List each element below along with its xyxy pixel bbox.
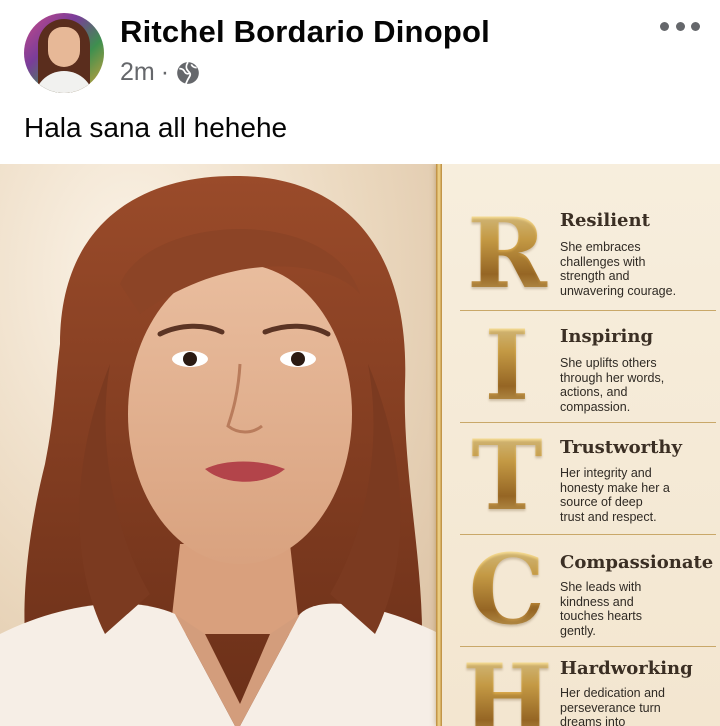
avatar[interactable] xyxy=(24,13,104,93)
trait-line: source of deep xyxy=(560,495,643,510)
trait-line: actions, and xyxy=(560,385,628,400)
trait-line: through her words, xyxy=(560,370,665,385)
post-image[interactable]: R Resilient She embraces challenges with… xyxy=(0,164,720,726)
trait-title: Hardworking xyxy=(560,658,693,679)
post-caption: Hala sana all hehehe xyxy=(24,112,288,143)
meta-separator: · xyxy=(160,58,170,86)
trait-title: Resilient xyxy=(560,210,650,231)
trait-description: Her dedication and perseverance turn dre… xyxy=(560,686,710,726)
portrait-illustration xyxy=(0,175,440,726)
acrostic-letter: T xyxy=(462,426,552,526)
trait-line: challenges with xyxy=(560,254,646,269)
trait-line: Her dedication and xyxy=(560,686,665,700)
trait-line: compassion. xyxy=(560,399,631,414)
trait-line: touches hearts xyxy=(560,609,642,624)
author-name[interactable]: Ritchel Bordario Dinopol xyxy=(120,14,490,50)
trait-title: Compassionate xyxy=(560,552,714,573)
trait-line: dreams into xyxy=(560,715,626,726)
more-dot xyxy=(691,21,700,31)
acrostic-letter: C xyxy=(462,540,552,640)
trait-line: She uplifts others xyxy=(560,356,657,370)
trait-line: trust and respect. xyxy=(560,509,657,524)
trait-description: Her integrity and honesty make her a sou… xyxy=(560,466,710,524)
trait-line: She leads with xyxy=(560,580,642,594)
trait-line: She embraces xyxy=(560,240,641,254)
trait-line: unwavering courage. xyxy=(560,283,677,298)
post-time[interactable]: 2m xyxy=(120,58,155,87)
trait-line: gently. xyxy=(560,623,596,638)
trait-title: Trustworthy xyxy=(560,437,682,458)
more-dot xyxy=(660,21,669,31)
ritch-acrostic-panel: R Resilient She embraces challenges with… xyxy=(442,164,720,726)
trait-line: Her integrity and xyxy=(560,466,652,480)
post-meta: 2m · xyxy=(120,58,201,87)
trait-line: honesty make her a xyxy=(560,480,670,495)
post-header: Ritchel Bordario Dinopol 2m · Hala sana … xyxy=(0,0,720,160)
trait-line: kindness and xyxy=(560,594,634,609)
globe-icon[interactable] xyxy=(175,60,201,86)
avatar-face xyxy=(48,27,80,67)
acrostic-letter: H xyxy=(462,650,553,726)
trait-description: She uplifts others through her words, ac… xyxy=(560,356,710,414)
more-dot xyxy=(675,21,685,31)
more-horizontal-icon[interactable] xyxy=(660,14,700,38)
acrostic-letter: I xyxy=(462,316,552,416)
trait-title: Inspiring xyxy=(560,326,654,347)
trait-description: She embraces challenges with strength an… xyxy=(560,240,710,298)
trait-line: perseverance turn xyxy=(560,700,661,715)
trait-line: strength and xyxy=(560,269,630,284)
acrostic-letter: R xyxy=(462,204,552,304)
trait-description: She leads with kindness and touches hear… xyxy=(560,580,710,638)
